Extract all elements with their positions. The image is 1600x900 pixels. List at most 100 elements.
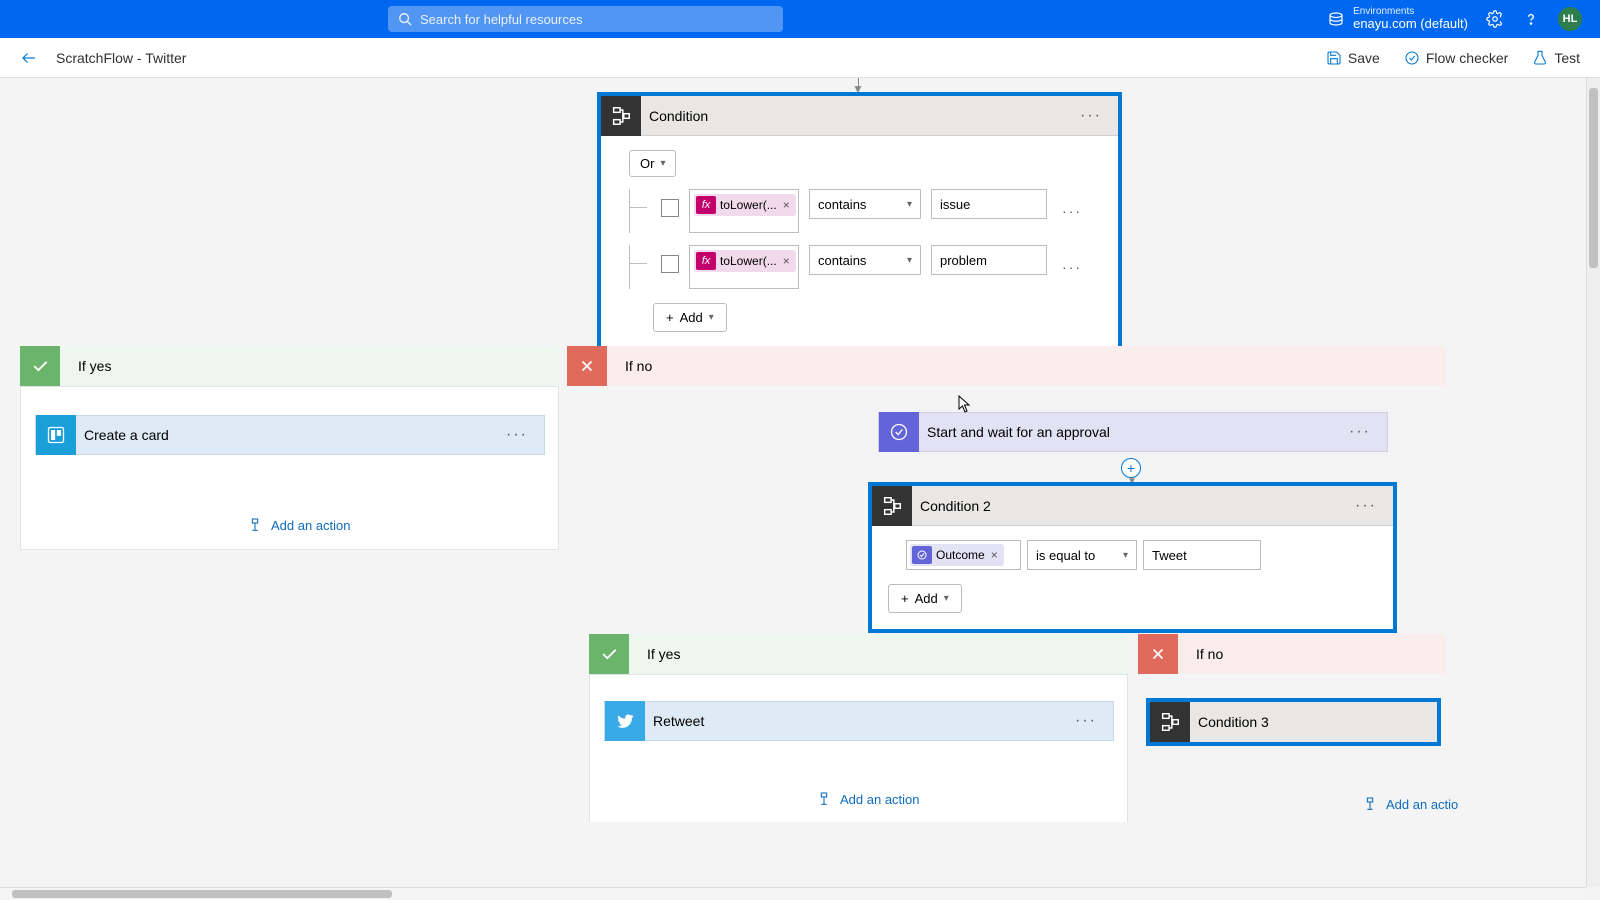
flow-canvas[interactable]: ▼ Condition ··· Or▾ fx toLower(... ×	[0, 78, 1600, 900]
environment-value: enayu.com (default)	[1353, 17, 1468, 31]
fx-icon: fx	[696, 252, 716, 270]
horizontal-scrollbar[interactable]	[0, 887, 1586, 900]
if-yes-container: Create a card ··· Add an action	[20, 386, 559, 550]
add-action-icon	[247, 517, 263, 533]
chevron-down-icon: ▾	[907, 255, 912, 266]
if-no-label: If no	[607, 358, 652, 374]
back-button[interactable]	[20, 49, 38, 67]
chevron-down-icon: ▾	[1123, 550, 1128, 561]
environment-picker[interactable]: Environments enayu.com (default)	[1327, 6, 1468, 31]
row2-operator[interactable]: contains▾	[809, 245, 921, 275]
if-yes-label: If yes	[60, 358, 111, 374]
condition3-card[interactable]: Condition 3	[1146, 698, 1441, 746]
combinator-select[interactable]: Or▾	[629, 150, 676, 177]
row2-left-value[interactable]: fx toLower(... ×	[689, 245, 799, 289]
environment-label: Environments	[1353, 6, 1468, 17]
if-yes-2-header[interactable]: If yes	[589, 634, 1128, 674]
plus-icon: +	[666, 310, 674, 325]
search-icon	[398, 12, 412, 26]
flow-checker-button[interactable]: Flow checker	[1404, 50, 1508, 66]
if-no-header[interactable]: If no	[567, 346, 1445, 386]
card-more-icon[interactable]: ···	[1339, 497, 1393, 515]
help-icon[interactable]	[1522, 10, 1540, 28]
row2-checkbox[interactable]	[661, 255, 679, 273]
user-avatar[interactable]: HL	[1558, 7, 1582, 31]
cond2-add-button[interactable]: + Add ▾	[888, 584, 962, 613]
insert-step-button[interactable]: +	[1121, 458, 1141, 478]
add-action-button[interactable]: Add an action	[247, 517, 351, 533]
token-remove-icon[interactable]: ×	[781, 254, 792, 268]
row1-left-value[interactable]: fx toLower(... ×	[689, 189, 799, 233]
add-action-icon	[816, 791, 832, 807]
outcome-token[interactable]: Outcome ×	[910, 544, 1004, 566]
global-search[interactable]	[388, 6, 783, 32]
if-no-2-label: If no	[1178, 646, 1223, 662]
condition2-header[interactable]: Condition 2 ···	[872, 486, 1393, 526]
row2-right-value[interactable]	[931, 245, 1047, 275]
row1-checkbox[interactable]	[661, 199, 679, 217]
token-remove-icon[interactable]: ×	[989, 548, 1000, 562]
add-action-button[interactable]: Add an actio	[1362, 796, 1458, 812]
cond2-right-value[interactable]	[1143, 540, 1261, 570]
approval-card[interactable]: Start and wait for an approval ···	[878, 412, 1388, 452]
cond2-operator[interactable]: is equal to▾	[1027, 540, 1137, 570]
environment-icon	[1327, 10, 1345, 28]
card-more-icon[interactable]: ···	[1059, 712, 1113, 730]
fx-token[interactable]: fx toLower(... ×	[694, 194, 796, 216]
trello-card-title: Create a card	[76, 427, 490, 443]
retweet-card[interactable]: Retweet ···	[604, 701, 1114, 741]
add-action-button[interactable]: Add an action	[816, 791, 920, 807]
scrollbar-thumb[interactable]	[12, 890, 392, 898]
fx-token[interactable]: fx toLower(... ×	[694, 250, 796, 272]
flow-title: ScratchFlow - Twitter	[56, 50, 186, 66]
trello-icon	[36, 415, 76, 455]
row1-operator[interactable]: contains▾	[809, 189, 921, 219]
mouse-cursor-icon	[958, 395, 972, 413]
chevron-down-icon: ▾	[944, 593, 949, 604]
condition-title: Condition	[641, 108, 1064, 124]
add-row-button[interactable]: + Add ▾	[653, 303, 727, 332]
condition2-card: Condition 2 ··· Outcome × is equal to▾ +	[868, 482, 1397, 633]
chevron-down-icon: ▾	[660, 158, 665, 169]
x-icon	[567, 346, 607, 386]
condition-icon	[1150, 702, 1190, 742]
search-input[interactable]	[420, 12, 773, 27]
if-no-2-header[interactable]: If no	[1138, 634, 1445, 674]
card-more-icon[interactable]: ···	[1333, 423, 1387, 441]
card-more-icon[interactable]: ···	[490, 426, 544, 444]
row-more-icon[interactable]: ···	[1057, 203, 1087, 219]
if-yes-2-label: If yes	[629, 646, 680, 662]
retweet-title: Retweet	[645, 713, 1059, 729]
check-icon	[589, 634, 629, 674]
condition2-title: Condition 2	[912, 498, 1339, 514]
save-icon	[1326, 50, 1342, 66]
chevron-down-icon: ▾	[709, 312, 714, 323]
cond2-left-value[interactable]: Outcome ×	[906, 540, 1021, 570]
save-button[interactable]: Save	[1326, 50, 1380, 66]
tree-line	[629, 189, 651, 233]
plus-icon: +	[901, 591, 909, 606]
tree-line	[629, 245, 651, 289]
condition-header[interactable]: Condition ···	[601, 96, 1118, 136]
page-toolbar: ScratchFlow - Twitter Save Flow checker …	[0, 38, 1600, 78]
condition-more-icon[interactable]: ···	[1064, 107, 1118, 125]
settings-icon[interactable]	[1486, 10, 1504, 28]
topbar-right: Environments enayu.com (default) HL	[1327, 6, 1582, 31]
condition-card: Condition ··· Or▾ fx toLower(... × conta…	[597, 92, 1122, 352]
top-bar: Environments enayu.com (default) HL	[0, 0, 1600, 38]
condition-icon	[872, 486, 912, 526]
vertical-scrollbar[interactable]	[1586, 78, 1600, 887]
condition3-title: Condition 3	[1190, 714, 1437, 730]
twitter-icon	[605, 701, 645, 741]
trello-create-card[interactable]: Create a card ···	[35, 415, 545, 455]
if-yes-header[interactable]: If yes	[20, 346, 559, 386]
scrollbar-thumb[interactable]	[1589, 88, 1598, 268]
add-action-icon	[1362, 796, 1378, 812]
row1-right-value[interactable]	[931, 189, 1047, 219]
test-button[interactable]: Test	[1532, 50, 1580, 66]
token-remove-icon[interactable]: ×	[781, 198, 792, 212]
outcome-icon	[912, 546, 932, 564]
condition-icon	[601, 96, 641, 136]
approval-icon	[879, 412, 919, 452]
row-more-icon[interactable]: ···	[1057, 259, 1087, 275]
